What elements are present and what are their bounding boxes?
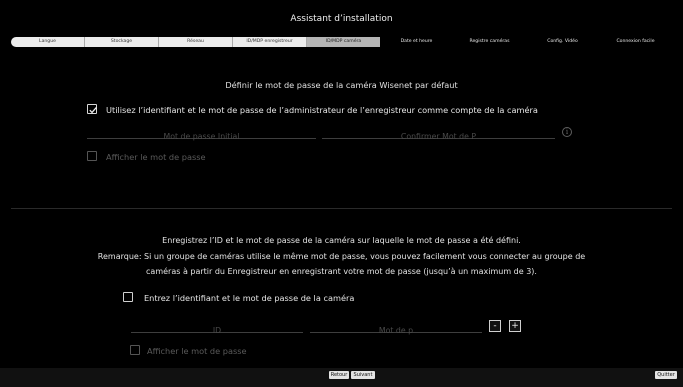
add-entry-button[interactable]: + xyxy=(509,320,521,332)
camera-password-input[interactable]: Mot de p xyxy=(310,318,482,335)
setup-wizard-screen: Assistant d’installation Langue Stockage… xyxy=(0,0,683,387)
camera-id-input[interactable]: ID xyxy=(131,318,303,335)
step-id-mdp-enregistreur[interactable]: ID/MDP enregistreur xyxy=(232,37,306,47)
window-title: Assistant d’installation xyxy=(290,14,393,24)
show-password-label-2: Afficher le mot de passe xyxy=(147,346,247,356)
title-bar: Assistant d’installation xyxy=(0,0,683,33)
initial-password-placeholder: Mot de passe Initial xyxy=(163,132,240,141)
confirm-password-placeholder: Confirmer Mot de P xyxy=(400,132,477,141)
register-camera-text-line2: Remarque: Si un groupe de caméras utilis… xyxy=(97,252,586,261)
step-langue[interactable]: Langue xyxy=(11,37,84,47)
step-id-mdp-camera[interactable]: ID/MDP caméra xyxy=(306,37,380,47)
step-connexion-facile[interactable]: Connexion facile xyxy=(599,37,672,47)
show-password-checkbox-2[interactable] xyxy=(130,345,140,355)
info-icon[interactable]: i xyxy=(562,127,572,137)
enter-camera-credentials-label: Entrez l’identifiant et le mot de passe … xyxy=(144,293,355,303)
step-reseau[interactable]: Réseau xyxy=(158,37,232,47)
remove-entry-button[interactable]: - xyxy=(489,320,501,332)
show-password-label-1: Afficher le mot de passe xyxy=(106,152,206,162)
initial-password-input[interactable]: Mot de passe Initial xyxy=(87,124,316,141)
step-registre-cameras[interactable]: Registre caméras xyxy=(453,37,526,47)
step-date-heure[interactable]: Date et heure xyxy=(380,37,453,47)
quit-button[interactable]: Quitter xyxy=(655,371,677,379)
camera-password-placeholder: Mot de p xyxy=(378,326,414,335)
confirm-password-input[interactable]: Confirmer Mot de P xyxy=(322,124,555,141)
register-camera-text-line3: caméras à partir du Enregistreur en enre… xyxy=(146,267,537,276)
section-divider xyxy=(11,208,672,209)
show-password-checkbox-1[interactable] xyxy=(87,151,97,161)
register-camera-text-line1: Enregistrez l’ID et le mot de passe de l… xyxy=(162,236,521,245)
back-button[interactable]: Retour xyxy=(329,371,349,379)
next-button[interactable]: Suivant xyxy=(351,371,375,379)
enter-camera-credentials-checkbox[interactable] xyxy=(123,292,133,302)
wizard-steps: Langue Stockage Réseau ID/MDP enregistre… xyxy=(11,37,672,47)
use-admin-credentials-label: Utilisez l’identifiant et le mot de pass… xyxy=(106,105,538,115)
default-password-heading: Définir le mot de passe de la caméra Wis… xyxy=(225,80,458,90)
use-admin-credentials-checkbox[interactable] xyxy=(87,104,97,114)
checkmark-icon xyxy=(89,106,97,114)
step-config-video[interactable]: Config. Vidéo xyxy=(526,37,599,47)
camera-id-placeholder: ID xyxy=(212,326,222,335)
step-stockage[interactable]: Stockage xyxy=(84,37,158,47)
